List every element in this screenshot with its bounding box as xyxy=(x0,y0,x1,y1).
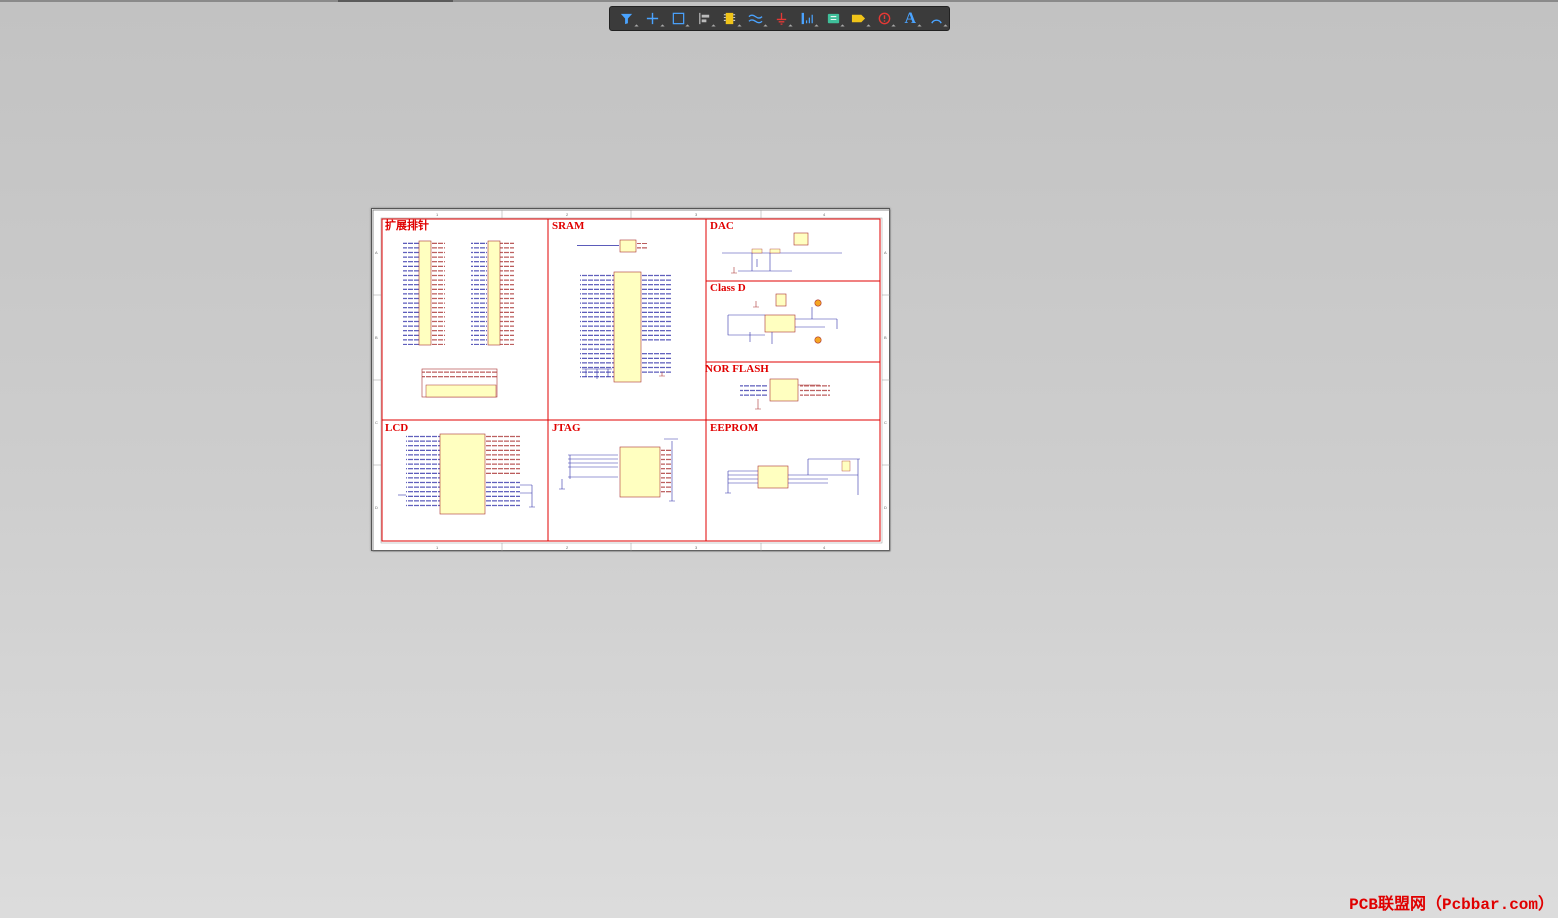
net-label-icon[interactable] xyxy=(846,7,872,30)
text-icon-glyph: A xyxy=(904,9,917,27)
active-document-indicator[interactable] xyxy=(338,0,453,2)
section-title-eeprom: EEPROM xyxy=(710,422,759,434)
header-section-art xyxy=(403,240,514,398)
zone-mark-right-d: D xyxy=(884,505,887,510)
classd-section-art xyxy=(727,293,838,344)
norflash-section-art xyxy=(740,378,830,410)
zone-mark-left-a: A xyxy=(375,250,378,255)
zone-mark-bottom-1: 1 xyxy=(436,545,439,550)
section-title-classd: Class D xyxy=(710,282,746,294)
wire-icon[interactable] xyxy=(743,7,769,30)
zone-mark-top-3: 3 xyxy=(695,212,698,217)
schematic-sheet[interactable]: 1 2 3 4 1 2 3 4 A B C D A B C D 扩展排针 SRA… xyxy=(371,208,891,552)
bus-icon[interactable] xyxy=(794,7,820,30)
section-title-header: 扩展排针 xyxy=(385,220,429,232)
crosshair-icon[interactable] xyxy=(640,7,666,30)
align-icon[interactable] xyxy=(691,7,717,30)
zone-mark-right-a: A xyxy=(884,250,887,255)
section-title-jtag: JTAG xyxy=(552,422,581,434)
ground-icon[interactable] xyxy=(769,7,795,30)
jtag-section-art xyxy=(559,438,678,502)
filter-icon[interactable] xyxy=(614,7,640,30)
section-title-lcd: LCD xyxy=(385,422,409,434)
directive-icon[interactable] xyxy=(872,7,898,30)
sram-section-art xyxy=(577,239,672,383)
component-icon[interactable] xyxy=(717,7,743,30)
zone-mark-left-b: B xyxy=(375,335,378,340)
section-title-sram: SRAM xyxy=(552,220,585,232)
section-title-dac: DAC xyxy=(710,220,734,232)
zone-mark-bottom-3: 3 xyxy=(695,545,698,550)
dac-section-art xyxy=(722,232,842,274)
zone-mark-bottom-2: 2 xyxy=(566,545,569,550)
schematic-drawing: 1 2 3 4 1 2 3 4 A B C D A B C D xyxy=(372,209,891,552)
schematic-toolbar: A xyxy=(609,6,950,31)
zone-mark-left-c: C xyxy=(375,420,378,425)
zone-mark-top-4: 4 xyxy=(823,212,826,217)
eeprom-section-art xyxy=(725,458,860,495)
zone-mark-bottom-4: 4 xyxy=(823,545,826,550)
zone-mark-right-c: C xyxy=(884,420,887,425)
zone-mark-left-d: D xyxy=(375,505,378,510)
arc-icon[interactable] xyxy=(923,7,949,30)
zone-mark-right-b: B xyxy=(884,335,887,340)
lcd-section-art xyxy=(398,433,535,515)
window-top-edge xyxy=(0,0,1558,2)
select-rect-icon[interactable] xyxy=(666,7,692,30)
zone-mark-top-1: 1 xyxy=(436,212,439,217)
site-watermark: PCB联盟网（Pcbbar.com） xyxy=(1349,896,1554,914)
section-title-norflash: NOR FLASH xyxy=(705,363,769,375)
zone-mark-top-2: 2 xyxy=(566,212,569,217)
text-icon[interactable]: A xyxy=(897,7,923,30)
port-icon[interactable] xyxy=(820,7,846,30)
